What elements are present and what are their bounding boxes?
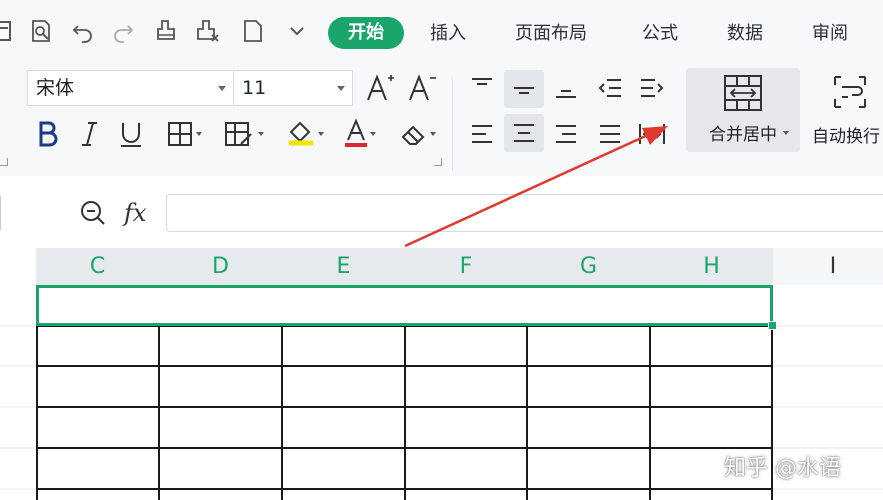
align-left-button[interactable] [466, 118, 498, 150]
chevron-down-icon [258, 132, 264, 136]
align-center-button[interactable] [504, 114, 544, 152]
align-middle-icon [514, 87, 534, 94]
decrease-font-size-button[interactable] [406, 72, 438, 104]
tab-review[interactable]: 审阅 [812, 21, 848, 47]
increase-indent-button[interactable] [636, 72, 668, 104]
underline-button[interactable] [116, 118, 146, 150]
align-top-icon [472, 78, 492, 85]
decrease-indent-button[interactable] [594, 72, 626, 104]
font-increase-icon [367, 74, 394, 101]
chevron-down-icon [337, 86, 345, 91]
chevron-down-icon [218, 86, 226, 91]
align-left-icon [472, 125, 492, 143]
cell-style-icon [225, 122, 252, 146]
italic-icon [82, 122, 97, 146]
chevron-down-icon [783, 131, 789, 135]
font-decrease-icon [409, 74, 436, 101]
column-header-c[interactable]: C [36, 248, 159, 285]
fill-handle[interactable] [768, 321, 777, 330]
column-header-h[interactable]: H [650, 248, 773, 285]
dialog-launcher-icon[interactable] [434, 158, 442, 166]
align-middle-button[interactable] [504, 70, 544, 108]
column-header-i[interactable]: I [773, 248, 883, 285]
fx-icon[interactable]: fx [124, 199, 146, 227]
name-box[interactable] [0, 196, 1, 230]
clear-format-icon[interactable] [196, 18, 222, 44]
justify-button[interactable] [594, 118, 626, 150]
bold-icon [39, 121, 58, 147]
wrap-text-icon [834, 76, 866, 108]
align-right-button[interactable] [550, 118, 582, 150]
align-bottom-icon [556, 90, 576, 98]
column-header-e[interactable]: E [282, 248, 405, 285]
align-right-icon [556, 125, 576, 143]
chevron-down-icon [370, 132, 376, 136]
zoom-icon[interactable] [78, 198, 108, 232]
chevron-down-icon [196, 132, 202, 136]
tab-formula[interactable]: 公式 [642, 21, 678, 47]
ribbon-separator [452, 76, 453, 171]
paint-bucket-icon [289, 121, 313, 146]
wrap-text-button[interactable] [830, 72, 870, 112]
align-top-button[interactable] [466, 72, 498, 104]
justify-icon [600, 125, 620, 143]
tab-start[interactable]: 开始 [328, 17, 404, 49]
tab-insert[interactable]: 插入 [430, 21, 466, 47]
ribbon: 宋体 11 合并居中 自动换行 [0, 66, 883, 176]
chevron-down-icon [430, 132, 436, 136]
format-painter-icon[interactable] [154, 18, 180, 44]
border-button[interactable] [158, 118, 202, 150]
italic-button[interactable] [76, 118, 104, 150]
eraser-icon [401, 125, 425, 145]
underline-icon [121, 123, 141, 147]
indent-icon [641, 79, 664, 97]
font-size-value: 11 [242, 77, 267, 99]
selected-range[interactable] [36, 285, 773, 326]
merge-center-button[interactable]: 合并居中 [686, 68, 800, 152]
font-name-value: 宋体 [36, 77, 75, 99]
border-icon [168, 122, 192, 146]
merge-cells-icon [724, 75, 762, 111]
font-name-select[interactable]: 宋体 [27, 70, 234, 106]
tab-data[interactable]: 数据 [727, 21, 763, 47]
distribute-icon [639, 124, 665, 144]
preview-icon[interactable] [28, 18, 54, 44]
increase-font-size-button[interactable] [364, 72, 396, 104]
tab-page-layout[interactable]: 页面布局 [515, 21, 587, 47]
dialog-launcher-icon[interactable] [0, 158, 8, 166]
undo-icon[interactable] [70, 18, 96, 44]
distributed-align-button[interactable] [636, 118, 668, 150]
column-header-g[interactable]: G [527, 248, 650, 285]
more-dropdown-icon[interactable] [284, 18, 310, 44]
bold-button[interactable] [34, 118, 62, 150]
align-bottom-button[interactable] [550, 72, 582, 104]
font-color-button[interactable] [334, 116, 378, 152]
cell-style-button[interactable] [214, 118, 264, 150]
new-document-icon[interactable] [240, 18, 266, 44]
open-file-icon[interactable] [0, 18, 16, 44]
redo-icon[interactable] [110, 18, 136, 44]
clear-button[interactable] [390, 116, 438, 152]
wrap-text-label[interactable]: 自动换行 [812, 122, 880, 147]
column-header-f[interactable]: F [405, 248, 527, 285]
fill-color-button[interactable] [276, 116, 326, 152]
formula-input[interactable] [166, 194, 883, 232]
align-center-icon [514, 124, 534, 142]
menu-bar: 开始 插入 页面布局 公式 数据 审阅 [0, 0, 883, 66]
outdent-icon [598, 79, 621, 97]
font-color-icon [345, 118, 367, 147]
font-size-select[interactable]: 11 [233, 70, 353, 106]
column-header-d[interactable]: D [159, 248, 282, 285]
watermark: 知乎 @水语 [724, 456, 841, 481]
chevron-down-icon [318, 132, 324, 136]
